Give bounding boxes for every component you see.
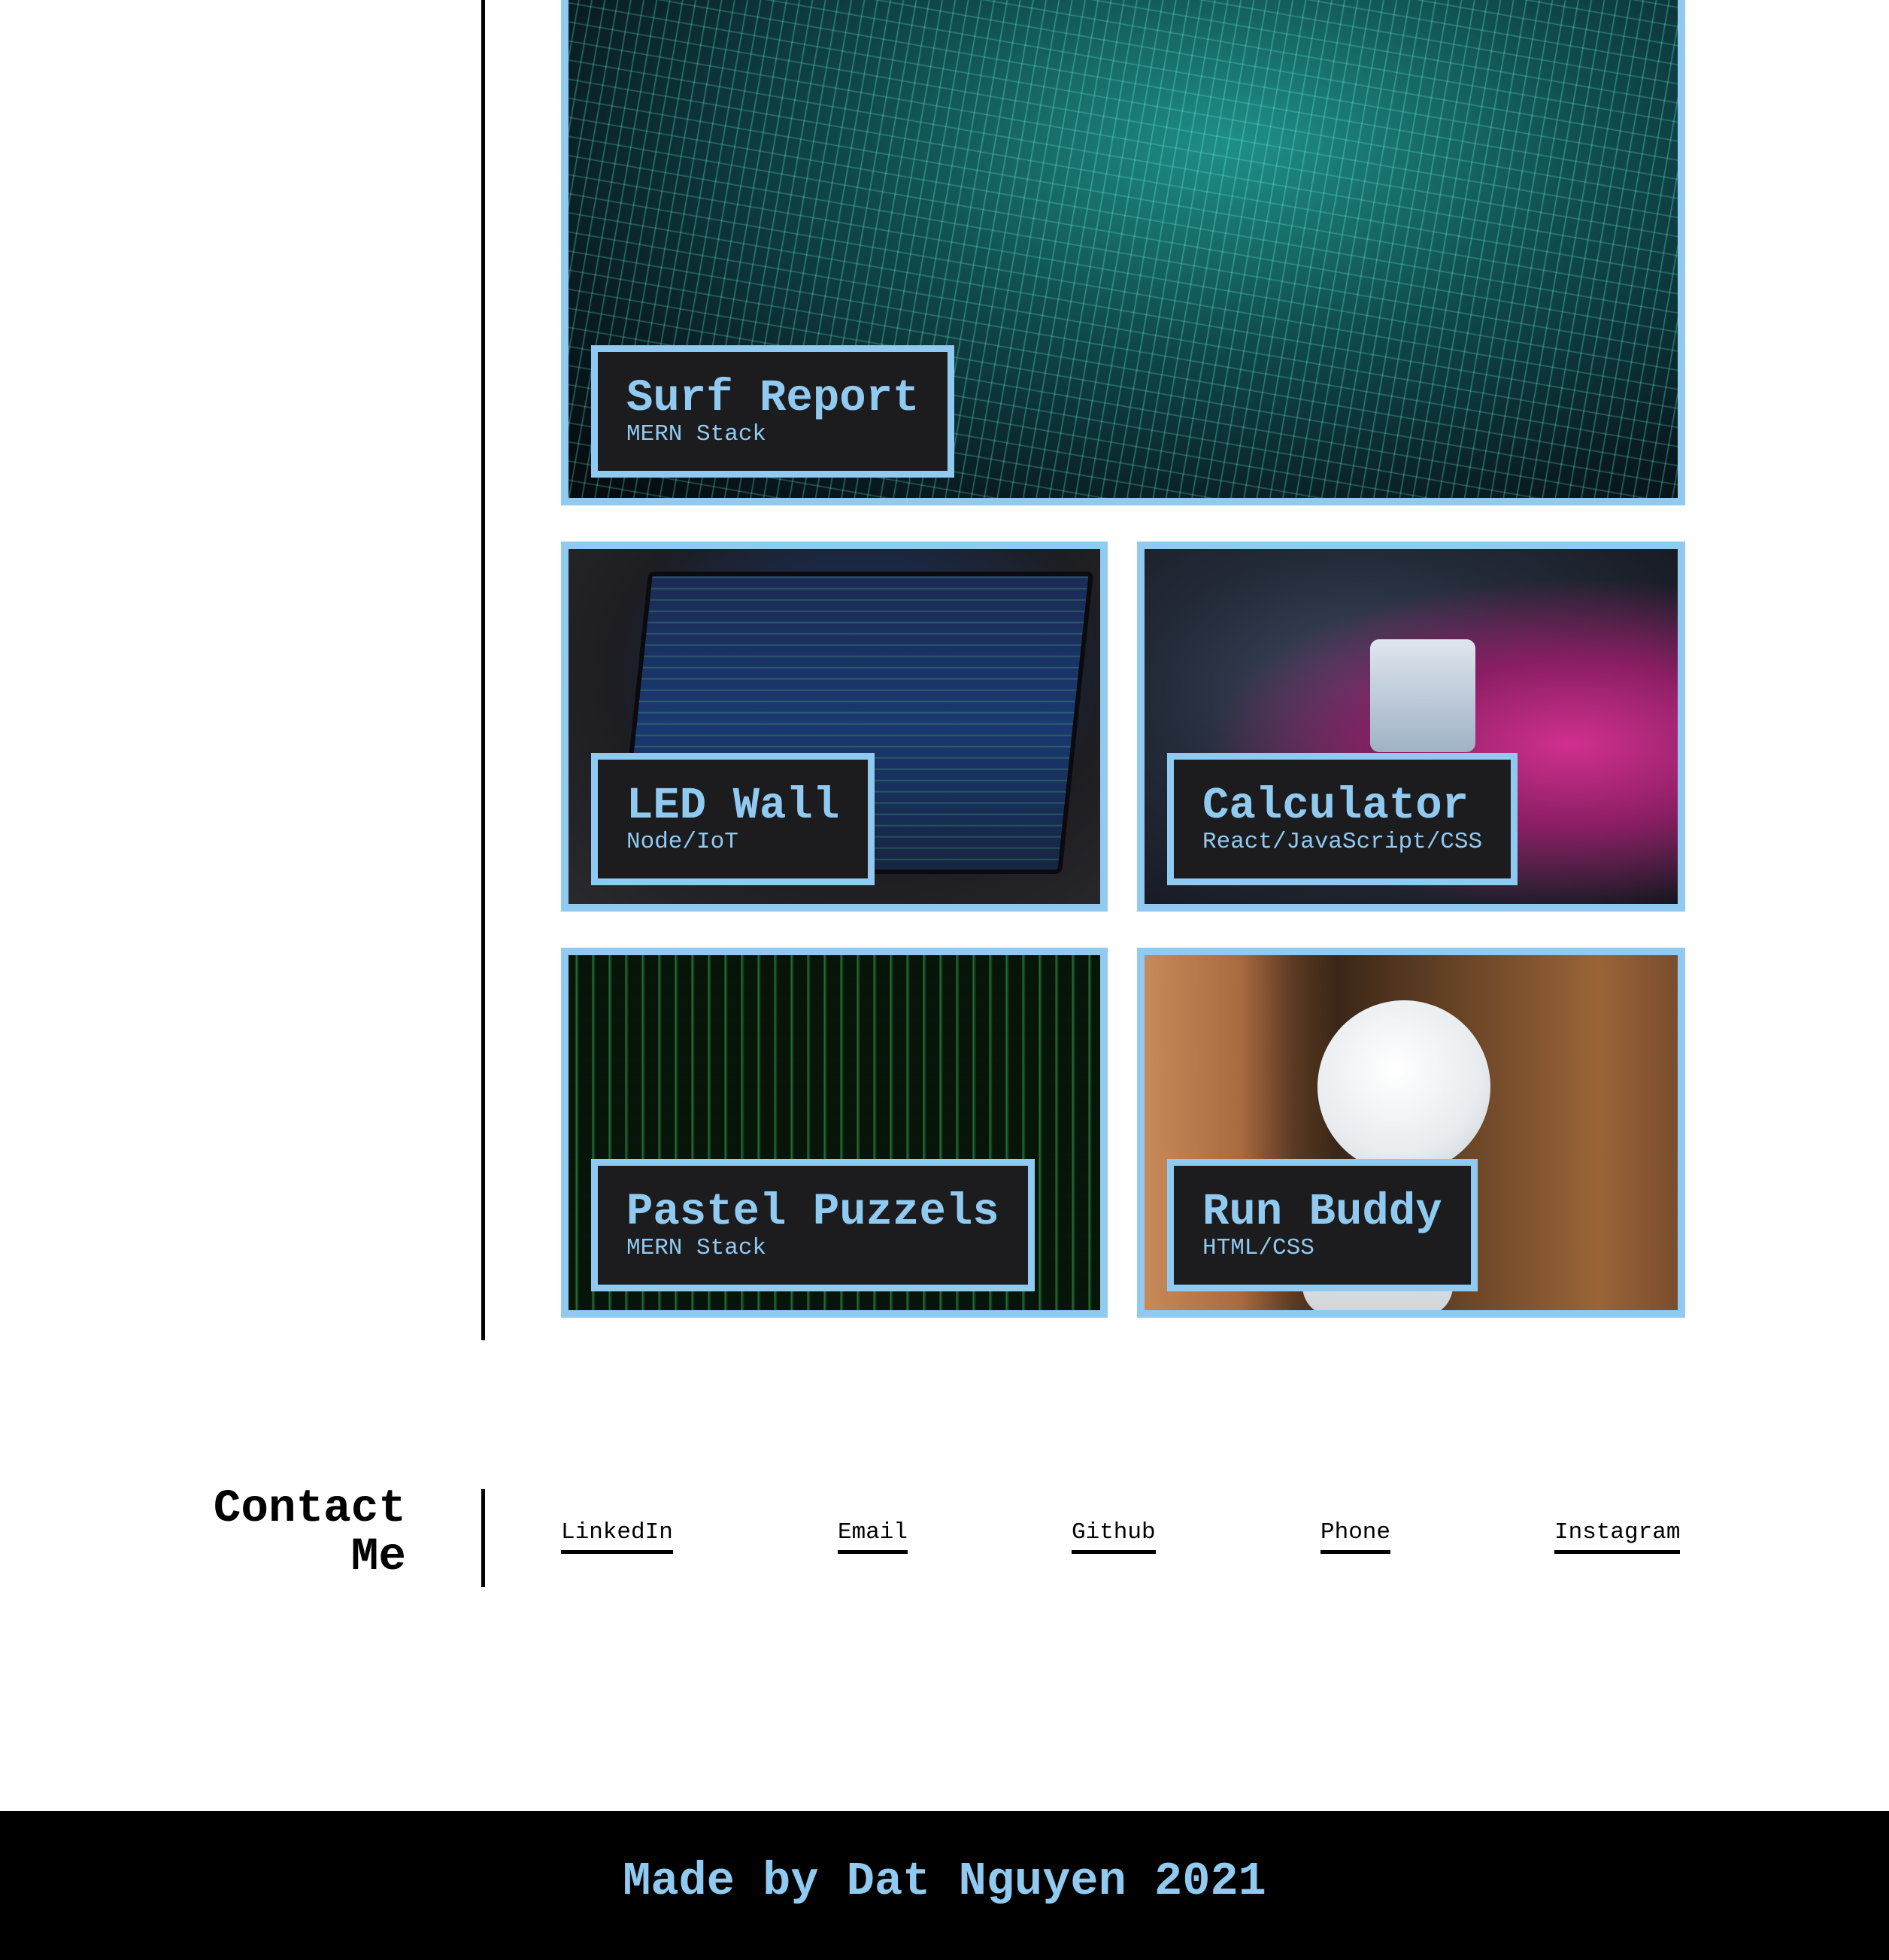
project-title: Calculator [1202, 781, 1469, 831]
project-stack: MERN Stack [626, 421, 767, 448]
project-label: Calculator React/JavaScript/CSS [1167, 753, 1518, 885]
project-card-pastel-puzzels[interactable]: Pastel Puzzels MERN Stack [561, 948, 1108, 1318]
project-title: LED Wall [626, 781, 840, 831]
project-card-run-buddy[interactable]: Run Buddy HTML/CSS [1137, 948, 1685, 1318]
footer-credit: Made by Dat Nguyen 2021 [623, 1854, 1266, 1908]
contact-link-email[interactable]: Email [838, 1518, 908, 1554]
project-stack: HTML/CSS [1202, 1235, 1314, 1261]
project-stack: Node/IoT [626, 829, 738, 855]
project-card-led-wall[interactable]: LED Wall Node/IoT [561, 542, 1108, 912]
site-footer: Made by Dat Nguyen 2021 [0, 1811, 1889, 1960]
work-section-divider [481, 0, 485, 1340]
contact-heading-line1: Contact [213, 1483, 406, 1535]
project-label: Run Buddy HTML/CSS [1167, 1159, 1478, 1291]
contact-link-phone[interactable]: Phone [1320, 1518, 1391, 1554]
project-card-calculator[interactable]: Calculator React/JavaScript/CSS [1137, 542, 1685, 912]
contact-heading: Contact Me [214, 1485, 406, 1582]
project-label: LED Wall Node/IoT [591, 753, 875, 885]
project-stack: React/JavaScript/CSS [1202, 829, 1483, 855]
project-title: Pastel Puzzels [626, 1187, 999, 1237]
project-title: Surf Report [626, 373, 920, 423]
project-label: Pastel Puzzels MERN Stack [591, 1159, 1035, 1291]
project-label: Surf Report MERN Stack [591, 345, 955, 478]
contact-section-divider [481, 1489, 485, 1587]
contact-link-github[interactable]: Github [1072, 1518, 1156, 1554]
project-card-surf-report[interactable]: Surf Report MERN Stack [561, 0, 1685, 505]
contact-link-linkedin[interactable]: LinkedIn [561, 1518, 673, 1554]
project-stack: MERN Stack [626, 1235, 767, 1261]
contact-link-instagram[interactable]: Instagram [1554, 1518, 1681, 1554]
project-title: Run Buddy [1202, 1187, 1442, 1237]
contact-heading-line2: Me [350, 1531, 406, 1583]
